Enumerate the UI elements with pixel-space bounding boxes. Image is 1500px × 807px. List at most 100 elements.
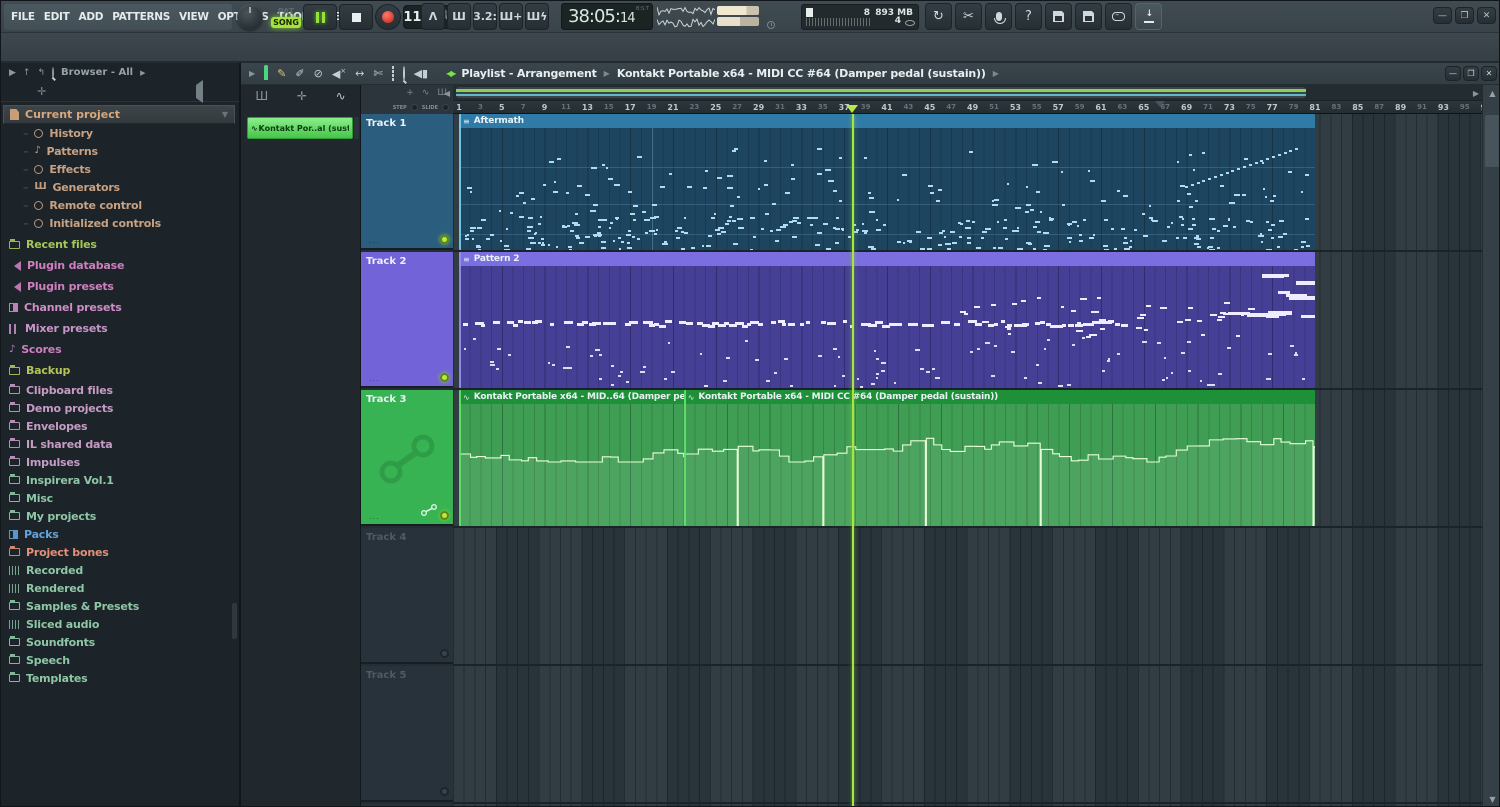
track-options-dots[interactable]: ... (369, 374, 380, 383)
picker-tab-patterns-icon[interactable]: Ш (255, 89, 268, 103)
import-export-button[interactable] (1135, 3, 1162, 30)
browser-item-history[interactable]: – History (23, 124, 93, 142)
recording-option-3[interactable]: Ш+ (499, 3, 523, 30)
playback-tool[interactable]: ◀▮ (414, 67, 429, 80)
master-volume-knob[interactable] (237, 4, 263, 30)
feedback-button[interactable] (1105, 3, 1132, 30)
playlist-hscrollbar[interactable]: ◀ ▶ (444, 85, 1482, 101)
slide-mode-icon[interactable]: ∿ (422, 88, 430, 98)
playlist-vscrollbar[interactable]: ▲ ▼ (1482, 85, 1499, 806)
playlist-close-button[interactable]: ✕ (1481, 66, 1497, 81)
save-button[interactable] (1045, 3, 1072, 30)
sync-button[interactable]: ↻ (925, 3, 952, 30)
track-led[interactable] (440, 373, 449, 382)
browser-undo-icon[interactable]: ↰ (37, 68, 45, 78)
pattern-picker-item[interactable]: ∿ Kontakt Por..al (sustain) (247, 117, 353, 139)
browser-item-sliced-audio[interactable]: Sliced audio (9, 615, 99, 633)
browser-item-inspirera-vol-1[interactable]: Inspirera Vol.1 (9, 471, 114, 489)
scroll-right-button[interactable]: ▶ (1470, 87, 1482, 99)
recording-option-2[interactable]: 3.2: (473, 3, 497, 30)
track-led[interactable] (440, 787, 449, 796)
menu-item-patterns[interactable]: PATTERNS (112, 11, 170, 23)
record-audio-button[interactable] (985, 3, 1012, 30)
scroll-down-button[interactable]: ▼ (1485, 793, 1499, 806)
playlist-menu-arrow[interactable]: ▶ (249, 69, 255, 78)
browser-expand-icon[interactable]: ▶ (140, 69, 145, 77)
browser-item-channel-presets[interactable]: Channel presets (9, 297, 122, 318)
recording-option-0[interactable]: Λ (421, 3, 445, 30)
browser-item-clipboard-files[interactable]: Clipboard files (9, 381, 113, 399)
hscroll-thumb[interactable] (456, 87, 1306, 98)
picker-tab-automation-icon[interactable]: ∿ (336, 89, 346, 103)
browser-tab-plugins-icon[interactable] (190, 80, 203, 103)
collapse-icon[interactable]: ▼ (222, 110, 228, 119)
pattern-picker-splitter[interactable] (354, 117, 359, 139)
browser-item-patterns[interactable]: – ♪ Patterns (23, 142, 98, 160)
browser-item-envelopes[interactable]: Envelopes (9, 417, 88, 435)
browser-item-samples-presets[interactable]: Samples & Presets (9, 597, 139, 615)
automation-clip-3[interactable]: ∿ Kontakt Portable x64 - MIDI CC #64 (Dam… (683, 390, 1315, 526)
time-display[interactable]: 38:05:14 B:S:T (561, 3, 653, 30)
paint-tool[interactable]: ✐ (295, 67, 304, 80)
breadcrumb-item[interactable]: Kontakt Portable x64 - MIDI CC #64 (Damp… (617, 67, 986, 80)
preview-icon[interactable]: ◀▶ (446, 69, 456, 78)
browser-up-icon[interactable]: ↑ (23, 68, 31, 78)
browser-item-scores[interactable]: ♪ Scores (9, 339, 62, 360)
picker-tab-audio-icon[interactable]: ✛ (297, 89, 307, 103)
stop-button[interactable] (339, 4, 373, 30)
track-options-dots[interactable]: ... (369, 512, 380, 521)
track-header-5[interactable]: Track 5 (361, 666, 453, 802)
browser-item-misc[interactable]: Misc (9, 489, 53, 507)
mute-tool[interactable]: ◀× (332, 67, 346, 81)
track-led[interactable] (440, 649, 449, 658)
browser-section-current-project[interactable]: Current project ▼ (3, 105, 235, 124)
browser-item-my-projects[interactable]: My projects (9, 507, 96, 525)
playlist-maximize-button[interactable]: ❐ (1463, 66, 1479, 81)
cpu-memory-panel[interactable]: 8 893 MB 4 (801, 4, 919, 30)
scroll-left-button[interactable]: ◀ (441, 87, 453, 99)
slip-tool[interactable]: ↔ (355, 67, 364, 80)
browser-search-icon[interactable] (52, 66, 55, 79)
browser-item-mixer-presets[interactable]: Mixer presets (9, 318, 108, 339)
browser-item-plugin-presets[interactable]: Plugin presets (9, 276, 114, 297)
browser-back-icon[interactable]: ▶ (9, 68, 16, 78)
vscroll-thumb[interactable] (1485, 115, 1499, 167)
scroll-up-button[interactable]: ▲ (1485, 87, 1499, 100)
timeline-marker[interactable] (1154, 101, 1165, 112)
close-button[interactable]: ✕ (1477, 7, 1496, 24)
browser-item-demo-projects[interactable]: Demo projects (9, 399, 113, 417)
track-header-4[interactable]: Track 4 (361, 528, 453, 664)
record-button[interactable] (375, 4, 401, 30)
browser-item-plugin-database[interactable]: Plugin database (9, 255, 124, 276)
save-new-version-button[interactable] (1075, 3, 1102, 30)
browser-item-project-bones[interactable]: Project bones (9, 543, 109, 561)
song-label[interactable]: SONG (271, 16, 301, 28)
cut-tool-button[interactable]: ✂ (955, 3, 982, 30)
timeline-ruler[interactable]: 1 3 5 7 9 11 13 15 17 19 21 23 25 27 29 31 33 35 37 39 41 43 4… (453, 101, 1492, 114)
slice-tool[interactable]: ✄ (373, 67, 382, 80)
restore-button[interactable]: ❐ (1455, 7, 1474, 24)
playhead-line[interactable] (851, 114, 854, 806)
help-button[interactable]: ? (1015, 3, 1042, 30)
pattern-clip-1[interactable]: ≡ Pattern 2 (459, 252, 1315, 388)
browser-title[interactable]: Browser - All (61, 67, 133, 78)
browser-item-il-shared-data[interactable]: IL shared data (9, 435, 113, 453)
select-tool[interactable] (391, 66, 394, 81)
browser-item-packs[interactable]: Packs (9, 525, 59, 543)
menu-item-view[interactable]: VIEW (179, 11, 209, 23)
menu-item-add[interactable]: ADD (79, 11, 104, 23)
browser-item-templates[interactable]: Templates (9, 669, 88, 687)
browser-scrollbar[interactable] (232, 603, 237, 639)
browser-item-backup[interactable]: Backup (9, 360, 70, 381)
pat-label[interactable]: PAT (271, 7, 301, 16)
breadcrumb-root[interactable]: Playlist - Arrangement (461, 67, 596, 80)
track-options-dots[interactable]: ... (369, 236, 380, 245)
recording-option-1[interactable]: Ш (447, 3, 471, 30)
minimize-button[interactable]: — (1433, 7, 1452, 24)
menu-item-file[interactable]: FILE (11, 11, 35, 23)
delete-tool[interactable]: ⊘ (314, 67, 323, 80)
browser-item-speech[interactable]: Speech (9, 651, 70, 669)
playlist-titlebar[interactable]: ▶ ✎ ✐ ⊘ ◀× ↔ ✄ ◀▮ ◀▶ Playlist - Arrangem… (241, 63, 1499, 85)
snap-magnet-toggle[interactable] (264, 65, 269, 80)
track-header-1[interactable]: Track 1... (361, 114, 453, 250)
